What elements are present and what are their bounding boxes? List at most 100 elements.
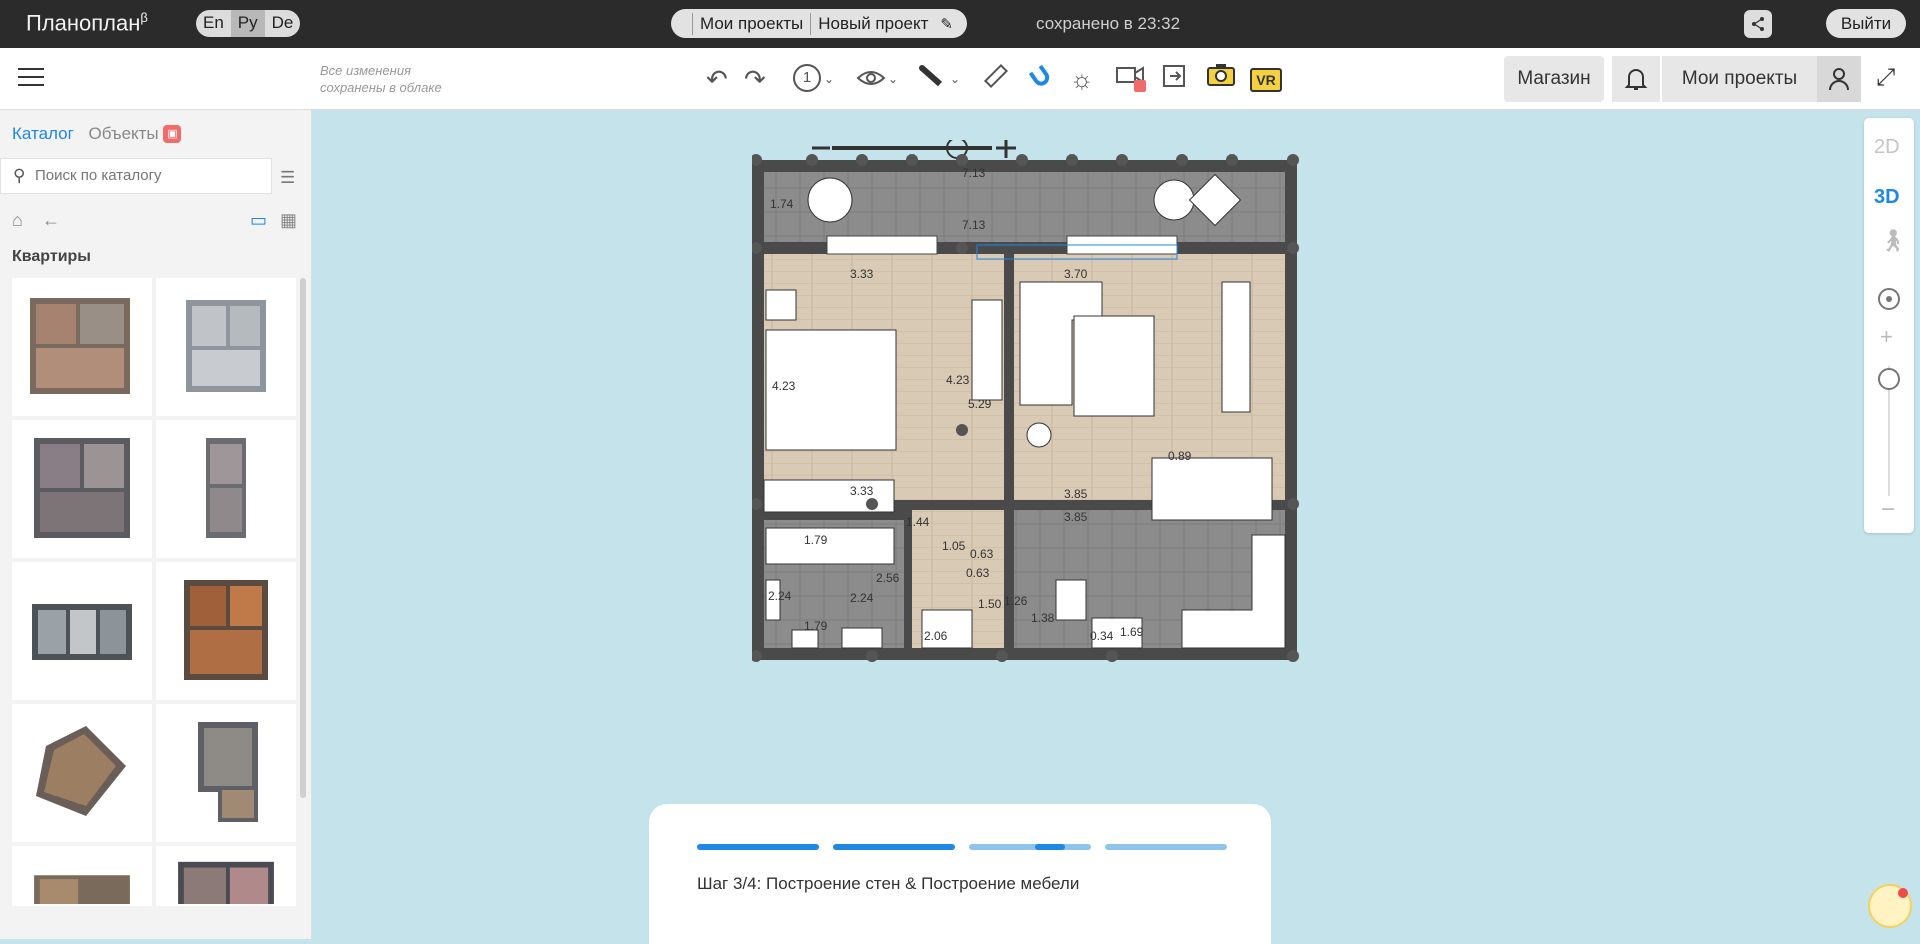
shelf xyxy=(1221,281,1251,413)
app-logo[interactable]: Планопланβ xyxy=(26,10,148,36)
catalog-item[interactable] xyxy=(156,278,296,416)
lamp xyxy=(1026,422,1052,448)
dim-label: 1.26 xyxy=(1004,594,1028,608)
dim-label: 1.38 xyxy=(1031,611,1055,625)
catalog-item[interactable] xyxy=(156,562,296,700)
dim-label: 1.74 xyxy=(770,197,794,211)
step-card: Шаг 3/4: Построение стен & Построение ме… xyxy=(649,804,1271,944)
plan-zoom-plus xyxy=(996,140,1016,158)
catalog-search-input[interactable] xyxy=(35,167,265,184)
dim-label: 1.50 xyxy=(978,597,1002,611)
center-view-icon[interactable] xyxy=(1878,288,1900,310)
dim-label: 0.63 xyxy=(966,566,990,580)
pencil-icon[interactable]: ✎ xyxy=(940,15,953,33)
catalog-search: ⚲ xyxy=(0,158,272,194)
balcony-chair xyxy=(1153,179,1195,221)
breadcrumb-separator xyxy=(810,12,812,35)
dim-label: 7.13 xyxy=(962,218,986,232)
floor-plan[interactable]: 7.13 7.13 1.74 3.33 4.23 4.23 3.33 3.70 … xyxy=(752,140,1312,800)
catalog-item[interactable] xyxy=(156,846,296,906)
sun-icon[interactable]: ☼ xyxy=(1070,62,1094,96)
catalog-scrollbar[interactable] xyxy=(300,278,306,798)
shop-button[interactable]: Магазин xyxy=(1504,56,1604,102)
progress-segment xyxy=(1105,844,1227,850)
breadcrumb-project-name[interactable]: Новый проект xyxy=(818,14,928,34)
help-button[interactable] xyxy=(1868,884,1912,928)
list-view-icon[interactable]: ▭ xyxy=(250,210,267,231)
catalog-item[interactable] xyxy=(12,562,152,700)
breadcrumb: Мои проекты Новый проект ✎ xyxy=(671,9,967,38)
fullscreen-icon[interactable]: ⤢ xyxy=(1876,64,1895,92)
share-button[interactable] xyxy=(1744,10,1772,38)
dim-label: 1.69 xyxy=(1120,625,1144,639)
magnet-icon[interactable] xyxy=(1026,62,1054,96)
top-bar: Планопланβ En Ру De Мои проекты Новый пр… xyxy=(0,0,1920,48)
logout-button[interactable]: Выйти xyxy=(1826,9,1906,38)
bathtub xyxy=(765,527,895,565)
video-locked-icon[interactable] xyxy=(1114,62,1150,96)
dim-label: 3.85 xyxy=(1064,487,1088,501)
breadcrumb-separator xyxy=(692,12,693,35)
view-panel: 2D 3D 🚶︎ + − xyxy=(1864,118,1914,533)
walk-mode-icon[interactable]: 🚶︎ xyxy=(1879,228,1907,254)
progress-segment xyxy=(697,844,819,850)
dim-label: 2.56 xyxy=(876,571,900,585)
camera-icon[interactable] xyxy=(1206,62,1236,96)
step-progress xyxy=(697,844,1227,850)
view-3d-button[interactable]: 3D xyxy=(1874,186,1900,209)
zoom-slider[interactable] xyxy=(1878,368,1900,390)
dim-label: 3.33 xyxy=(850,484,874,498)
redo-icon[interactable]: ↷ xyxy=(744,62,766,96)
catalog-sidebar: Каталог Объекты ▣ ⚲ ☰ ⌂ ← ▭ ▦ Квартиры xyxy=(0,110,312,939)
catalog-nav: ⌂ ← ▭ ▦ xyxy=(12,210,302,234)
dim-label: 1.79 xyxy=(804,619,828,633)
tab-objects[interactable]: Объекты xyxy=(89,124,159,143)
lang-de[interactable]: De xyxy=(265,10,301,37)
save-status: сохранено в 23:32 xyxy=(1036,14,1181,33)
cloud-save-note: Все изменения сохранены в облаке xyxy=(320,63,442,95)
dim-label: 0.89 xyxy=(1168,449,1192,463)
chevron-down-icon[interactable]: ⌄ xyxy=(888,62,898,96)
catalog-item[interactable] xyxy=(12,420,152,558)
lang-en[interactable]: En xyxy=(196,10,231,37)
home-icon[interactable]: ⌂ xyxy=(12,210,23,231)
catalog-item[interactable] xyxy=(156,704,296,842)
chevron-down-icon[interactable]: ⌄ xyxy=(950,62,960,96)
grid-view-icon[interactable]: ▦ xyxy=(280,210,297,231)
catalog-item[interactable] xyxy=(12,278,152,416)
ruler-icon[interactable] xyxy=(982,62,1010,96)
dim-label: 5.29 xyxy=(968,397,992,411)
wall-tool-icon[interactable] xyxy=(918,62,946,96)
chevron-down-icon[interactable]: ⌄ xyxy=(824,62,834,96)
notification-dot xyxy=(1898,888,1908,898)
dim-label: 1.05 xyxy=(942,539,966,553)
catalog-item[interactable] xyxy=(156,420,296,558)
catalog-item[interactable] xyxy=(12,846,152,906)
wc-toilet xyxy=(1055,579,1087,621)
breadcrumb-my-projects[interactable]: Мои проекты xyxy=(700,14,803,34)
user-button[interactable] xyxy=(1817,56,1861,102)
lang-ru[interactable]: Ру xyxy=(230,10,265,37)
notifications-button[interactable] xyxy=(1612,56,1660,102)
zoom-out-icon[interactable]: − xyxy=(1881,496,1895,524)
dining-table xyxy=(1151,457,1273,521)
floor-selector[interactable]: 1 xyxy=(793,64,821,92)
step-title: Шаг 3/4: Построение стен & Построение ме… xyxy=(697,874,1080,893)
eye-icon[interactable] xyxy=(856,62,886,96)
zoom-in-icon[interactable]: + xyxy=(1880,324,1893,350)
catalog-item[interactable] xyxy=(12,704,152,842)
export-icon[interactable] xyxy=(1160,62,1188,96)
view-2d-button[interactable]: 2D xyxy=(1874,136,1900,159)
share-icon xyxy=(1752,17,1764,31)
tab-catalog[interactable]: Каталог xyxy=(12,124,74,143)
my-projects-button[interactable]: Мои проекты xyxy=(1662,56,1817,102)
dim-label: 1.79 xyxy=(804,533,828,547)
filter-icon[interactable]: ☰ xyxy=(280,168,295,188)
dim-label: 0.34 xyxy=(1090,629,1114,643)
undo-icon[interactable]: ↶ xyxy=(706,62,728,96)
progress-segment-fill xyxy=(1035,844,1065,850)
vr-button[interactable]: VR xyxy=(1250,68,1282,92)
toolbar: Все изменения сохранены в облаке ↶ ↷ 1 ⌄… xyxy=(0,48,1920,110)
menu-icon[interactable] xyxy=(18,68,44,88)
back-arrow-icon[interactable]: ← xyxy=(42,210,60,231)
